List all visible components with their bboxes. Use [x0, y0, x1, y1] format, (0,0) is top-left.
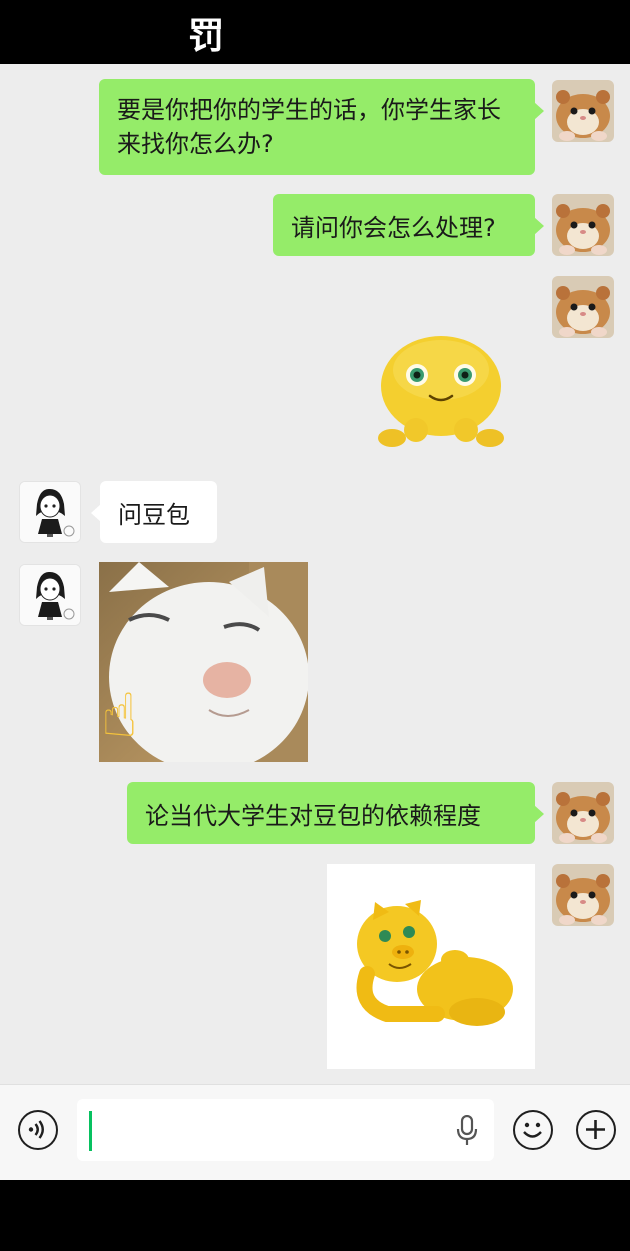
hamster-avatar-icon [552, 194, 614, 256]
message-bubble-self[interactable]: 论当代大学生对豆包的依赖程度 [127, 782, 544, 844]
chat-message-list[interactable]: 要是你把你的学生的话，你学生家长来找你怎么办? 请问你会怎么处理? 问豆包 ☝ … [0, 64, 630, 1084]
message-bubble-self[interactable]: 请问你会怎么处理? [273, 194, 544, 256]
text-cursor [89, 1111, 92, 1151]
anime-girl-avatar-icon [20, 565, 80, 625]
other-avatar[interactable] [19, 481, 81, 543]
hamster-avatar-icon [552, 782, 614, 844]
message-text: 请问你会怎么处理? [291, 213, 496, 242]
hamster-avatar-icon [552, 80, 614, 142]
self-avatar[interactable] [552, 276, 614, 338]
message-bubble-other[interactable]: 问豆包 [91, 481, 217, 543]
self-avatar[interactable] [552, 194, 614, 256]
yellow-pig-reclining-sticker[interactable] [327, 864, 535, 1069]
plus-icon [586, 1120, 605, 1139]
message-text: 问豆包 [118, 500, 190, 529]
voice-toggle-button[interactable] [18, 1110, 58, 1150]
yellow-pig-sticker-icon [327, 864, 535, 1069]
bottom-black-bar [0, 1180, 630, 1251]
other-avatar[interactable] [19, 564, 81, 626]
yellow-blob-sticker[interactable] [372, 330, 510, 454]
overlay-caption: 罚 [188, 16, 225, 57]
self-avatar[interactable] [552, 80, 614, 142]
top-black-bar: 罚 [0, 0, 630, 64]
microphone-icon[interactable] [456, 1115, 478, 1147]
hamster-avatar-icon [552, 864, 614, 926]
anime-girl-avatar-icon [20, 482, 80, 542]
voice-icon [28, 1120, 44, 1139]
message-text: 要是你把你的学生的话，你学生家长来找你怎么办? [117, 96, 501, 158]
message-input[interactable] [77, 1099, 494, 1161]
more-options-button[interactable] [576, 1110, 616, 1150]
cat-pointing-finger-sticker[interactable]: ☝ [99, 562, 308, 762]
pointing-up-emoji: ☝ [101, 681, 138, 751]
self-avatar[interactable] [552, 782, 614, 844]
hamster-avatar-icon [552, 276, 614, 338]
yellow-blob-sticker-icon [378, 336, 504, 447]
smiley-icon [523, 1122, 542, 1138]
self-avatar[interactable] [552, 864, 614, 926]
chat-input-bar [0, 1084, 630, 1181]
message-text: 论当代大学生对豆包的依赖程度 [145, 801, 481, 830]
message-bubble-self[interactable]: 要是你把你的学生的话，你学生家长来找你怎么办? [99, 79, 544, 175]
emoji-button[interactable] [513, 1110, 553, 1150]
